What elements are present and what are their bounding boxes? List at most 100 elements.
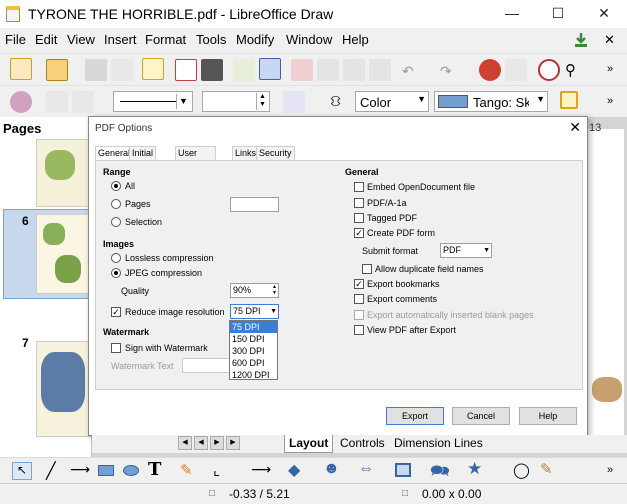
resolution-combo[interactable]: 75 DPI ▼ [230, 304, 279, 319]
select-icon[interactable]: ↖ [12, 462, 32, 480]
spin-buttons[interactable]: ▲ ▼ [256, 93, 268, 110]
new-icon[interactable] [10, 58, 32, 80]
download-update-icon[interactable] [573, 32, 589, 48]
menu-view[interactable]: View [67, 32, 95, 47]
page-thumbnail[interactable] [36, 139, 91, 207]
quality-spinner[interactable]: 90% ▲ ▼ [230, 283, 279, 298]
minimize-button[interactable]: — [489, 0, 535, 28]
arrow-style-icon[interactable] [72, 91, 94, 113]
allow-duplicate-checkbox[interactable] [362, 264, 372, 274]
symbol-shapes-icon[interactable]: ☻ [323, 460, 340, 478]
ellipse-icon[interactable] [123, 465, 139, 476]
insert-chart-icon[interactable] [505, 59, 527, 81]
create-form-checkbox[interactable]: ✓ [354, 228, 364, 238]
submit-format-select[interactable]: PDF ▼ [440, 243, 492, 258]
export-pdf-icon[interactable] [175, 59, 197, 81]
resolution-option[interactable]: 300 DPI [230, 345, 277, 357]
save-icon[interactable] [85, 59, 107, 81]
tab-security[interactable]: Security [256, 146, 295, 160]
last-tab-icon[interactable]: ▶ [226, 436, 240, 450]
zoom-icon[interactable]: ⚲ [565, 61, 576, 79]
jpeg-radio[interactable] [111, 268, 121, 278]
undo-icon[interactable]: ↶ [402, 63, 414, 80]
autospell-icon[interactable] [259, 58, 281, 80]
first-tab-icon[interactable]: ◀ [178, 436, 192, 450]
page-thumbnail[interactable] [36, 214, 91, 294]
flowchart-icon[interactable] [395, 463, 411, 477]
arrow-line-icon[interactable]: ⟶ [70, 461, 90, 478]
sign-watermark-checkbox[interactable] [111, 343, 121, 353]
menu-modify[interactable]: Modify [236, 32, 274, 47]
help-button[interactable]: Help [519, 407, 577, 425]
export-blank-pages-checkbox[interactable] [354, 310, 364, 320]
cut-icon[interactable] [291, 59, 313, 81]
embed-odf-checkbox[interactable] [354, 182, 364, 192]
menu-file[interactable]: File [5, 32, 26, 47]
clone-formatting-icon[interactable] [369, 59, 391, 81]
menu-window[interactable]: Window [286, 32, 332, 47]
email-icon[interactable] [111, 59, 133, 81]
edit-mode-icon[interactable] [142, 58, 164, 80]
fill-color-select[interactable]: Tango: Sky ▼ [434, 91, 548, 112]
more-tools-icon[interactable]: » [607, 464, 613, 476]
watermark-text-input[interactable] [182, 358, 232, 373]
styles-icon[interactable] [10, 91, 32, 113]
redo-icon[interactable]: ↷ [440, 63, 452, 80]
open-icon[interactable] [46, 59, 68, 81]
block-arrows-icon[interactable]: ⇔ [358, 460, 374, 478]
line-color-icon[interactable] [283, 91, 305, 113]
range-all-radio[interactable] [111, 181, 121, 191]
resolution-option[interactable]: 75 DPI [230, 321, 277, 333]
shadow-icon[interactable] [560, 91, 578, 109]
menu-tools[interactable]: Tools [196, 32, 226, 47]
line-icon[interactable] [46, 91, 68, 113]
close-button[interactable]: ✕ [581, 0, 627, 28]
tagged-pdf-checkbox[interactable] [354, 213, 364, 223]
menu-format[interactable]: Format [145, 32, 186, 47]
line-width-field[interactable]: ▲ ▼ [202, 91, 270, 112]
rectangle-icon[interactable] [98, 465, 114, 476]
basic-shapes-icon[interactable]: ◆ [288, 460, 300, 480]
tab-layout[interactable]: Layout [284, 435, 334, 453]
lines-arrows-icon[interactable]: ⟶ [251, 461, 271, 478]
menu-help[interactable]: Help [342, 32, 369, 47]
connector-icon[interactable]: ⌞ [213, 461, 220, 479]
menu-edit[interactable]: Edit [35, 32, 57, 47]
export-bookmarks-checkbox[interactable]: ✓ [354, 279, 364, 289]
tab-user-interface[interactable]: User Interface [175, 146, 217, 171]
prev-tab-icon[interactable]: ◀ [194, 436, 208, 450]
paste-icon[interactable] [343, 59, 365, 81]
next-tab-icon[interactable]: ▶ [210, 436, 224, 450]
range-pages-radio[interactable] [111, 199, 121, 209]
resolution-option[interactable]: 1200 DPI [230, 369, 277, 381]
fill-bucket-icon[interactable]: ⛻ [330, 93, 341, 112]
export-button[interactable]: Export [386, 407, 444, 425]
curve-icon[interactable]: ✎ [180, 461, 193, 479]
view-after-export-checkbox[interactable] [354, 325, 364, 335]
points-icon[interactable]: ◯ [513, 461, 530, 479]
lossless-radio[interactable] [111, 253, 121, 263]
pdfa-checkbox[interactable] [354, 198, 364, 208]
print-icon[interactable] [201, 59, 223, 81]
tab-controls[interactable]: Controls [336, 435, 389, 453]
tab-links[interactable]: Links [232, 146, 260, 160]
tab-dimension-lines[interactable]: Dimension Lines [390, 435, 487, 453]
range-selection-radio[interactable] [111, 217, 121, 227]
tab-general[interactable]: General [95, 146, 134, 161]
pages-input[interactable] [230, 197, 279, 212]
page-thumbnail[interactable] [36, 341, 91, 437]
cancel-button[interactable]: Cancel [452, 407, 510, 425]
stars-icon[interactable]: ★ [467, 459, 482, 479]
text-tool-icon[interactable]: T [148, 459, 161, 480]
glue-points-icon[interactable]: ✎ [540, 460, 553, 478]
reduce-resolution-checkbox[interactable]: ✓ [111, 307, 121, 317]
spin-buttons[interactable]: ▲ ▼ [272, 284, 277, 296]
more-tools-icon[interactable]: » [607, 95, 613, 107]
resolution-option[interactable]: 150 DPI [230, 333, 277, 345]
tab-initial-view[interactable]: Initial View [129, 146, 157, 171]
dialog-close-button[interactable]: ✕ [569, 119, 581, 136]
copy-icon[interactable] [317, 59, 339, 81]
more-tools-icon[interactable]: » [607, 63, 613, 75]
fill-type-select[interactable]: Color ▼ [355, 91, 429, 112]
maximize-button[interactable]: ☐ [535, 0, 581, 28]
